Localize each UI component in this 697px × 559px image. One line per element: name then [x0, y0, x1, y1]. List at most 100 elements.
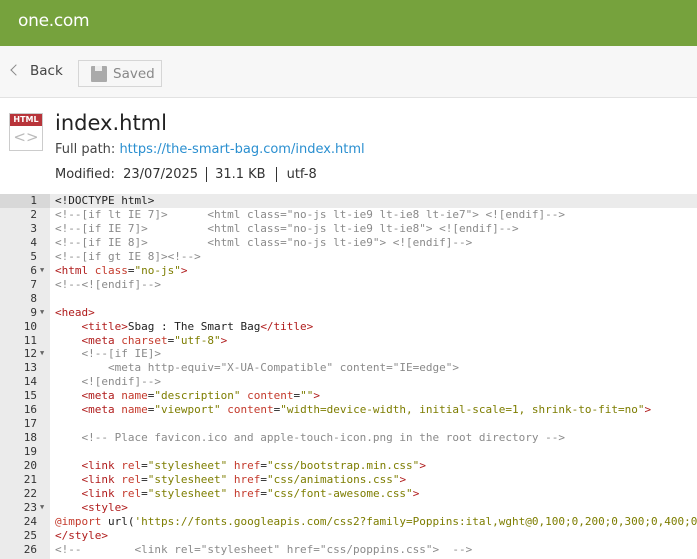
code-token: > — [412, 487, 420, 501]
code-token: rel — [121, 473, 142, 487]
code-token: <!-- <link rel="stylesheet" href="css/po… — [55, 542, 473, 556]
code-line[interactable]: 12 ▼ <!--[if IE]> — [0, 347, 697, 361]
fold-arrow-icon[interactable]: ▼ — [40, 501, 44, 515]
code-token: @import — [55, 514, 102, 528]
code-line[interactable]: 19 — [0, 445, 697, 459]
code-line[interactable]: 21 <link rel="stylesheet" href="css/anim… — [0, 473, 697, 487]
back-button[interactable]: Back — [10, 63, 63, 79]
code-line[interactable]: 22 <link rel="stylesheet" href="css/font… — [0, 487, 697, 501]
toolbar: Back Saved — [0, 46, 697, 98]
line-number: 18 — [23, 431, 37, 445]
line-number: 16 — [23, 403, 37, 417]
line-number: 24 — [23, 514, 37, 528]
code-token: = — [260, 473, 267, 487]
one-com-logo[interactable]: one.com — [18, 11, 90, 31]
code-token: = — [260, 487, 267, 501]
code-line[interactable]: 16 <meta name="viewport" content="width=… — [0, 403, 697, 417]
code-line[interactable]: 15 <meta name="description" content=""> — [0, 389, 697, 403]
code-token: "stylesheet" — [147, 459, 228, 473]
code-token: = — [141, 473, 148, 487]
code-text: <link rel="stylesheet" href="css/font-aw… — [55, 487, 420, 501]
code-token: 'https://fonts.googleapis.com/css2?famil… — [134, 514, 697, 528]
code-token: <!DOCTYPE html> — [55, 194, 155, 207]
code-token: "viewport" — [154, 403, 221, 417]
code-line[interactable]: 4 <!--[if IE 8]> <html class="no-js lt-ie… — [0, 236, 697, 250]
code-token: "no-js" — [134, 263, 181, 277]
code-token: <meta — [81, 389, 122, 403]
code-token: <!--[if gt IE 8]><!--> — [55, 249, 201, 263]
code-token: <!--<![endif]--> — [55, 277, 161, 291]
code-token: > — [399, 473, 407, 487]
divider — [206, 167, 208, 182]
code-token: <![endif]--> — [55, 375, 161, 389]
code-text: <!-- <link rel="stylesheet" href="css/po… — [55, 543, 472, 557]
code-token: content — [240, 389, 294, 403]
code-token: <!-- Place favicon.ico and apple-touch-i… — [55, 431, 565, 445]
code-token: > — [313, 389, 320, 403]
code-line[interactable]: 18 <!-- Place favicon.ico and apple-touc… — [0, 431, 697, 445]
code-token: "css/font-awesome.css" — [266, 487, 413, 501]
line-number: 20 — [23, 459, 37, 473]
code-editor[interactable]: 1 <!DOCTYPE html> 2 <!--[if lt IE 7]> <html… — [0, 194, 697, 559]
line-number: 2 — [30, 207, 37, 221]
app-header: one.com — [0, 0, 697, 46]
code-line[interactable]: 25 </style> — [0, 529, 697, 543]
code-token: "stylesheet" — [147, 487, 228, 501]
code-text: <head> — [55, 306, 95, 320]
fold-arrow-icon[interactable]: ▼ — [40, 306, 44, 320]
code-line[interactable]: 20 <link rel="stylesheet" href="css/boot… — [0, 459, 697, 473]
file-icon-label: HTML — [10, 114, 42, 126]
code-line[interactable]: 5 <!--[if gt IE 8]><!--> — [0, 250, 697, 264]
code-token: <!--[if IE]> — [55, 347, 161, 361]
line-number: 8 — [30, 291, 37, 305]
code-text: <!--[if gt IE 8]><!--> — [55, 250, 201, 264]
code-line[interactable]: 11 <meta charset="utf-8"> — [0, 334, 697, 348]
code-line[interactable]: 14 <![endif]--> — [0, 375, 697, 389]
code-line[interactable]: 13 <meta http-equiv="X-UA-Compatible" co… — [0, 361, 697, 375]
code-text: <!-- Place favicon.ico and apple-touch-i… — [55, 431, 565, 445]
code-line[interactable]: 1 <!DOCTYPE html> — [0, 194, 697, 208]
code-line[interactable]: 24 @import url('https://fonts.googleapis.… — [0, 515, 697, 529]
code-line[interactable]: 9 ▼ <head> — [0, 306, 697, 320]
code-token: <meta http-equiv="X-UA-Compatible" conte… — [55, 361, 459, 375]
code-text: <style> — [55, 501, 128, 515]
code-token: <link — [81, 473, 122, 487]
code-token: charset — [121, 333, 168, 347]
floppy-disk-icon — [91, 65, 107, 82]
line-number: 26 — [23, 542, 37, 556]
code-line[interactable]: 2 <!--[if lt IE 7]> <html class="no-js lt… — [0, 208, 697, 222]
line-number: 1 — [0, 194, 50, 208]
code-line[interactable]: 23 ▼ <style> — [0, 501, 697, 515]
fold-arrow-icon[interactable]: ▼ — [40, 264, 44, 278]
code-text: <!DOCTYPE html> — [55, 194, 154, 208]
file-name: index.html — [55, 111, 167, 135]
code-line[interactable]: 10 <title>Sbag : The Smart Bag</title> — [0, 320, 697, 334]
code-token: <html — [55, 263, 95, 277]
code-token: = — [141, 459, 148, 473]
code-token: href — [227, 459, 261, 473]
code-line[interactable]: 8 — [0, 292, 697, 306]
line-number: 21 — [23, 473, 37, 487]
code-token: <link — [81, 459, 122, 473]
file-size: 31.1 KB — [215, 167, 266, 182]
save-button[interactable]: Saved — [78, 60, 162, 87]
modified-date: 23/07/2025 — [123, 167, 199, 182]
code-token: "css/animations.css" — [266, 473, 400, 487]
fold-arrow-icon[interactable]: ▼ — [40, 347, 44, 361]
code-line[interactable]: 7 <!--<![endif]--> — [0, 278, 697, 292]
code-line[interactable]: 6 ▼ <html class="no-js"> — [0, 264, 697, 278]
code-token: > — [180, 263, 188, 277]
code-text: <!--[if IE 7]> <html class="no-js lt-ie9… — [55, 222, 519, 236]
line-number: 3 — [30, 221, 37, 235]
code-token: "" — [300, 389, 314, 403]
code-line[interactable]: 26 <!-- <link rel="stylesheet" href="css/… — [0, 543, 697, 557]
code-line[interactable]: 3 <!--[if IE 7]> <html class="no-js lt-ie… — [0, 222, 697, 236]
code-token: <meta — [81, 403, 122, 417]
code-line[interactable]: 17 — [0, 417, 697, 431]
file-url-link[interactable]: https://the-smart-bag.com/index.html — [119, 142, 364, 157]
